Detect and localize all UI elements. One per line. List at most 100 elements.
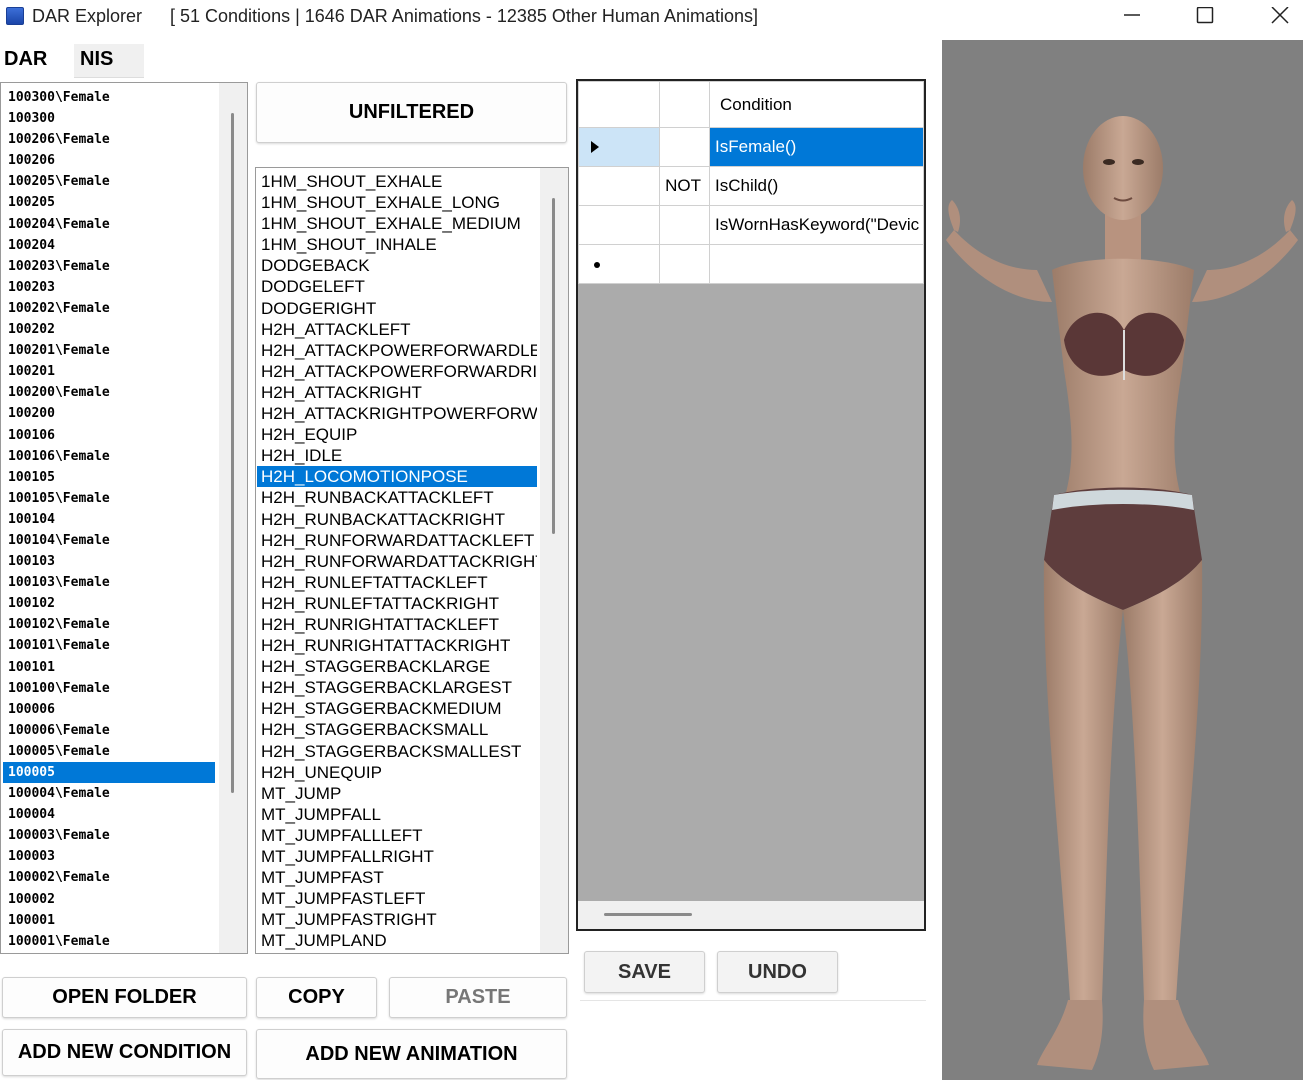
new-condition-row[interactable] — [578, 244, 924, 284]
folder-list-item[interactable]: 100202 — [3, 319, 215, 340]
animation-list-item[interactable]: H2H_STAGGERBACKSMALLEST — [257, 741, 537, 762]
condition-cell[interactable]: IsWornHasKeyword("Devic — [709, 205, 924, 245]
folder-list-item[interactable]: 100002\Female — [3, 867, 215, 888]
folder-list-item[interactable]: 100006\Female — [3, 720, 215, 741]
animation-list-item[interactable]: H2H_STAGGERBACKLARGEST — [257, 677, 537, 698]
folder-list-scroll-thumb[interactable] — [231, 113, 234, 793]
animation-list-scroll-thumb[interactable] — [552, 198, 555, 534]
folder-list-item[interactable]: 100001 — [3, 910, 215, 931]
folder-list-item[interactable]: 100104 — [3, 509, 215, 530]
animation-list-item[interactable]: H2H_STAGGERBACKLARGE — [257, 656, 537, 677]
animation-list-item[interactable]: H2H_RUNFORWARDATTACKRIGHT — [257, 551, 537, 572]
animation-list-item[interactable]: H2H_RUNLEFTATTACKRIGHT — [257, 593, 537, 614]
tab-nis[interactable]: NIS — [74, 44, 144, 78]
animation-list-item[interactable]: H2H_RUNLEFTATTACKLEFT — [257, 572, 537, 593]
animation-list-item[interactable]: MT_JUMPFALLRIGHT — [257, 846, 537, 867]
animation-list[interactable]: 1HM_SHOUT_EXHALE 1HM_SHOUT_EXHALE_LONG 1HM… — [255, 167, 569, 954]
animation-list-item[interactable]: H2H_ATTACKRIGHTPOWERFORWAI — [257, 403, 537, 424]
folder-list-item[interactable]: 100201 — [3, 361, 215, 382]
folder-list-item[interactable]: 100106 — [3, 425, 215, 446]
not-cell[interactable] — [659, 127, 711, 167]
condition-cell[interactable]: IsFemale() — [709, 127, 924, 167]
undo-button[interactable]: UNDO — [717, 951, 838, 993]
animation-list-item[interactable]: MT_JUMP — [257, 783, 537, 804]
add-new-animation-button[interactable]: ADD NEW ANIMATION — [256, 1029, 567, 1079]
folder-list-scrollbar[interactable] — [219, 83, 247, 953]
folder-list-item[interactable]: 100004 — [3, 804, 215, 825]
animation-list-item[interactable]: MT_JUMPLAND — [257, 930, 537, 951]
folder-list-item[interactable]: 100200\Female — [3, 382, 215, 403]
folder-list-item[interactable]: 100002 — [3, 889, 215, 910]
animation-list-item[interactable]: MT_JUMPFASTLEFT — [257, 888, 537, 909]
folder-list-item[interactable]: 100300\Female — [3, 87, 215, 108]
not-cell[interactable] — [659, 205, 711, 245]
notes-area[interactable] — [580, 1000, 926, 1080]
close-button[interactable] — [1243, 0, 1303, 32]
grid-horizontal-scrollbar[interactable] — [578, 901, 924, 929]
minimize-button[interactable] — [1095, 0, 1169, 32]
animation-list-item[interactable]: MT_JUMPFASTRIGHT — [257, 909, 537, 930]
folder-list-item[interactable]: 100206\Female — [3, 129, 215, 150]
animation-list-item[interactable]: H2H_RUNBACKATTACKRIGHT — [257, 509, 537, 530]
row-header[interactable] — [578, 127, 661, 167]
character-preview[interactable] — [942, 40, 1303, 1080]
row-header[interactable] — [578, 166, 661, 206]
animation-list-item[interactable]: H2H_ATTACKPOWERFORWARDLEF — [257, 340, 537, 361]
folder-list-item[interactable]: 100106\Female — [3, 446, 215, 467]
animation-list-item[interactable]: H2H_RUNRIGHTATTACKLEFT — [257, 614, 537, 635]
folder-list-item[interactable]: 100104\Female — [3, 530, 215, 551]
animation-list-item[interactable]: H2H_IDLE — [257, 445, 537, 466]
folder-list-item[interactable]: 100101 — [3, 657, 215, 678]
add-new-condition-button[interactable]: ADD NEW CONDITION — [2, 1029, 247, 1076]
folder-list-item[interactable]: 100100\Female — [3, 678, 215, 699]
animation-list-item[interactable]: H2H_EQUIP — [257, 424, 537, 445]
folder-list-item[interactable]: 100003 — [3, 846, 215, 867]
animation-list-scrollbar[interactable] — [540, 168, 568, 953]
folder-list-item[interactable]: 100105\Female — [3, 488, 215, 509]
animation-list-item[interactable]: 1HM_SHOUT_EXHALE_LONG — [257, 192, 537, 213]
folder-list-item[interactable]: 100004\Female — [3, 783, 215, 804]
animation-list-item[interactable]: 1HM_SHOUT_INHALE — [257, 234, 537, 255]
folder-list-item[interactable]: 100204 — [3, 235, 215, 256]
not-cell[interactable]: NOT — [659, 166, 711, 206]
open-folder-button[interactable]: OPEN FOLDER — [2, 977, 247, 1018]
folder-list-item[interactable]: 100102\Female — [3, 614, 215, 635]
animation-list-item[interactable]: H2H_STAGGERBACKSMALL — [257, 719, 537, 740]
folder-list-item[interactable]: 100205 — [3, 192, 215, 213]
animation-list-item[interactable]: 1HM_SHOUT_EXHALE — [257, 171, 537, 192]
folder-list-item[interactable]: 100205\Female — [3, 171, 215, 192]
not-cell[interactable] — [659, 244, 711, 284]
folder-list-item[interactable]: 100300 — [3, 108, 215, 129]
condition-row[interactable]: IsWornHasKeyword("Devic — [578, 205, 924, 245]
animation-list-item[interactable]: H2H_ATTACKPOWERFORWARDRIG — [257, 361, 537, 382]
folder-list-item[interactable]: 100005 — [3, 762, 215, 784]
grid-scroll-thumb[interactable] — [604, 913, 692, 916]
animation-list-item[interactable]: H2H_RUNFORWARDATTACKLEFT — [257, 530, 537, 551]
folder-list-item[interactable]: 100005\Female — [3, 741, 215, 762]
folder-list-item[interactable]: 100003\Female — [3, 825, 215, 846]
folder-list-item[interactable]: 100101\Female — [3, 635, 215, 656]
animation-list-item[interactable]: DODGERIGHT — [257, 298, 537, 319]
maximize-button[interactable] — [1168, 0, 1242, 32]
animation-list-item[interactable]: DODGEBACK — [257, 255, 537, 276]
folder-list-item[interactable]: 100201\Female — [3, 340, 215, 361]
folder-list-item[interactable]: 100204\Female — [3, 214, 215, 235]
unfiltered-button[interactable]: UNFILTERED — [256, 82, 567, 143]
row-header[interactable] — [578, 244, 661, 284]
tab-dar[interactable]: DAR — [0, 44, 74, 78]
animation-list-item[interactable]: MT_JUMPFALL — [257, 804, 537, 825]
folder-list-item[interactable]: 100202\Female — [3, 298, 215, 319]
animation-list-item[interactable]: DODGELEFT — [257, 276, 537, 297]
animation-list-item[interactable]: 1HM_SHOUT_EXHALE_MEDIUM — [257, 213, 537, 234]
folder-list-item[interactable]: 100105 — [3, 467, 215, 488]
folder-list-item[interactable]: 100006 — [3, 699, 215, 720]
animation-list-item[interactable]: H2H_LOCOMOTIONPOSE — [257, 466, 537, 488]
folder-list-item[interactable]: 100200 — [3, 403, 215, 424]
folder-list-item[interactable]: 100103 — [3, 551, 215, 572]
grid-header-condition[interactable]: Condition — [709, 81, 924, 128]
condition-row[interactable]: IsFemale() — [578, 127, 924, 167]
animation-list-item[interactable]: H2H_RUNBACKATTACKLEFT — [257, 487, 537, 508]
folder-list-item[interactable]: 100001\Female — [3, 931, 215, 952]
animation-list-item[interactable]: H2H_RUNRIGHTATTACKRIGHT — [257, 635, 537, 656]
folder-list-item[interactable]: 100102 — [3, 593, 215, 614]
